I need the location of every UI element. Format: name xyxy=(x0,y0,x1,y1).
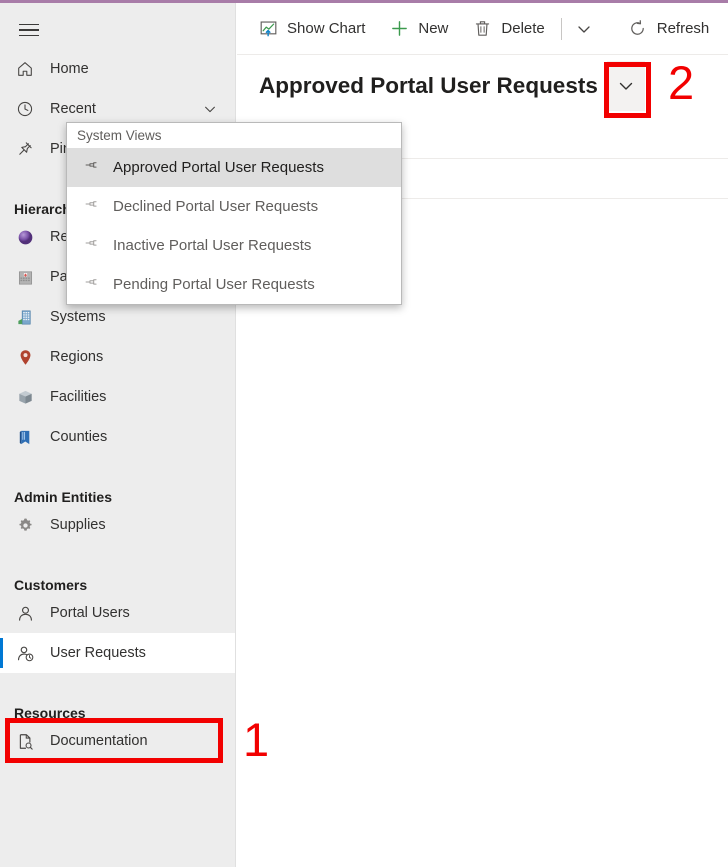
book-icon xyxy=(14,426,36,448)
menu-item-label: Inactive Portal User Requests xyxy=(113,237,312,254)
sidebar-group-title-admin-entities: Admin Entities xyxy=(14,489,113,505)
view-selector-chevron[interactable] xyxy=(606,61,645,111)
chart-icon xyxy=(258,19,278,39)
person-clock-icon xyxy=(14,642,36,664)
menu-item-label: Approved Portal User Requests xyxy=(113,159,324,176)
map-pin-icon xyxy=(14,346,36,368)
sidebar-item-label: User Requests xyxy=(50,645,146,661)
cube-icon xyxy=(14,386,36,408)
menu-item-declined-portal-user-requests[interactable]: Declined Portal User Requests xyxy=(67,187,401,226)
chevron-down-icon[interactable] xyxy=(203,102,217,116)
person-icon xyxy=(14,602,36,624)
sidebar-group-title-customers: Customers xyxy=(14,577,88,593)
sidebar-item-label: Facilities xyxy=(50,389,107,405)
sidebar-item-facilities[interactable]: Facilities xyxy=(0,377,235,417)
new-label: New xyxy=(418,20,449,37)
sidebar-item-home[interactable]: Home xyxy=(0,49,235,89)
pin-icon xyxy=(80,196,102,218)
document-search-icon xyxy=(14,730,36,752)
show-chart-label: Show Chart xyxy=(287,20,366,37)
overflow-chevron-down-icon[interactable] xyxy=(566,9,602,49)
sidebar-item-user-requests[interactable]: User Requests xyxy=(0,633,235,673)
refresh-button[interactable]: Refresh xyxy=(616,9,722,49)
menu-item-label: Pending Portal User Requests xyxy=(113,276,315,293)
sphere-icon xyxy=(14,226,36,248)
pin-icon xyxy=(80,157,102,179)
menu-item-label: Declined Portal User Requests xyxy=(113,198,319,215)
new-button[interactable]: New xyxy=(377,9,460,49)
sidebar-item-documentation[interactable]: Documentation xyxy=(0,721,235,761)
pin-icon xyxy=(14,138,36,160)
menu-item-approved-portal-user-requests[interactable]: Approved Portal User Requests xyxy=(67,148,401,187)
menu-item-pending-portal-user-requests[interactable]: Pending Portal User Requests xyxy=(67,265,401,304)
view-title-row: Approved Portal User Requests xyxy=(237,55,728,117)
sidebar-item-label: Home xyxy=(50,61,89,77)
sidebar-item-portal-users[interactable]: Portal Users xyxy=(0,593,235,633)
pin-icon xyxy=(80,235,102,257)
pin-icon xyxy=(80,274,102,296)
trash-icon xyxy=(472,19,492,39)
delete-label: Delete xyxy=(501,20,545,37)
menu-item-inactive-portal-user-requests[interactable]: Inactive Portal User Requests xyxy=(67,226,401,265)
clock-icon xyxy=(14,98,36,120)
refresh-icon xyxy=(628,19,648,39)
annotation-number-2: 2 xyxy=(668,56,695,109)
view-selector-menu: System Views Approved Portal User Reques… xyxy=(66,122,402,305)
hospital-icon xyxy=(14,266,36,288)
refresh-label: Refresh xyxy=(656,20,710,37)
page-title: Approved Portal User Requests xyxy=(259,73,598,98)
sidebar-item-counties[interactable]: Counties xyxy=(0,417,235,457)
sidebar-item-label: Supplies xyxy=(50,517,106,533)
sidebar-item-label: Portal Users xyxy=(50,605,130,621)
annotation-number-1: 1 xyxy=(243,713,270,766)
sidebar-item-label: Regions xyxy=(50,349,104,365)
gear-icon xyxy=(14,514,36,536)
plus-icon xyxy=(389,19,409,39)
sidebar-item-supplies[interactable]: Supplies xyxy=(0,505,235,545)
home-icon xyxy=(14,58,36,80)
hamburger-menu-icon[interactable] xyxy=(14,15,44,45)
sidebar-item-label: Counties xyxy=(50,429,108,445)
menu-section-title: System Views xyxy=(77,128,162,143)
delete-button[interactable]: Delete xyxy=(460,9,556,49)
command-separator xyxy=(560,17,562,40)
app-window: Home Recent Pinned Hierarchy xyxy=(0,0,728,867)
sidebar-item-label: Recent xyxy=(50,101,96,117)
office-building-icon xyxy=(14,306,36,328)
sidebar-item-label: Documentation xyxy=(50,733,148,749)
sidebar-group-title-resources: Resources xyxy=(14,705,86,721)
show-chart-button[interactable]: Show Chart xyxy=(246,9,377,49)
sidebar-item-label: Systems xyxy=(50,309,106,325)
command-bar: Show Chart New Delete Refresh xyxy=(237,3,728,55)
sidebar-item-regions[interactable]: Regions xyxy=(0,337,235,377)
